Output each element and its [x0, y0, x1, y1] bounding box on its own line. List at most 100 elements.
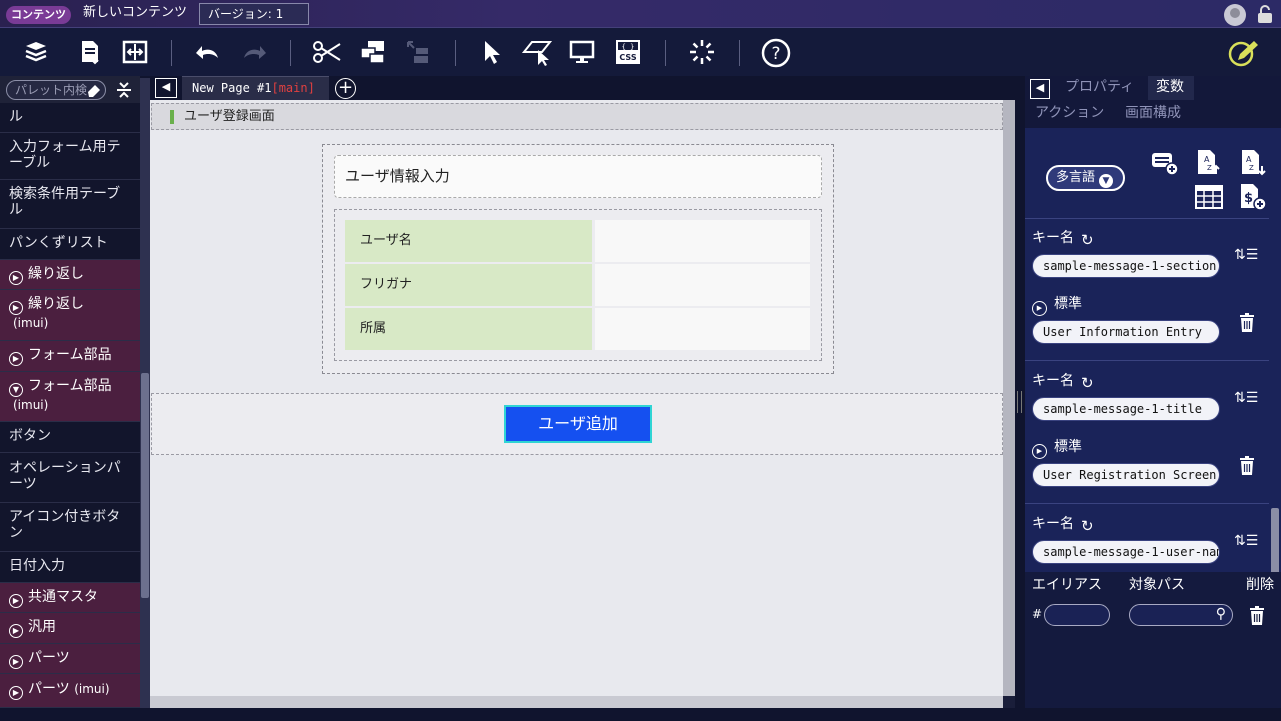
export-icon[interactable]	[77, 38, 105, 66]
toolbar-separator	[455, 40, 456, 66]
palette-category[interactable]: ▶ 繰り返し (imui)	[0, 290, 140, 341]
key-input[interactable]: sample-message-1-section	[1032, 254, 1220, 278]
palette-category[interactable]: ▶ 汎用	[0, 613, 140, 644]
palette-item-label: アイコン付きボタン	[9, 509, 121, 541]
row-value-cell[interactable]	[595, 220, 810, 262]
lock-icon[interactable]	[1256, 4, 1274, 24]
avatar[interactable]	[1224, 4, 1246, 26]
play-icon: ▶	[1032, 301, 1047, 316]
palette-item-label: ル	[9, 109, 23, 125]
key-input[interactable]: sample-message-1-title	[1032, 397, 1220, 421]
canvas-hscrollbar[interactable]	[150, 696, 1005, 708]
trash-icon[interactable]	[1248, 606, 1266, 628]
edit-icon[interactable]	[1228, 38, 1258, 67]
palette-category-label: 繰り返し	[28, 296, 84, 312]
search-icon[interactable]: ⚲	[1216, 606, 1226, 622]
copy-icon[interactable]	[358, 38, 386, 66]
tab-actions[interactable]: アクション	[1035, 103, 1104, 123]
row-value-cell[interactable]	[595, 308, 810, 350]
collapse-left-icon[interactable]: ◀	[155, 78, 177, 98]
table-icon[interactable]	[1194, 182, 1224, 212]
row-value-cell[interactable]	[595, 264, 810, 306]
palette-category[interactable]: ▶ 繰り返し	[0, 260, 140, 290]
play-icon: ▶	[9, 352, 23, 366]
palette-category[interactable]: ▶ パーツ	[0, 644, 140, 674]
tab-page[interactable]: New Page #1[main]	[182, 76, 329, 100]
key-label: キー名	[1032, 516, 1074, 532]
css-icon[interactable]: { } CSS	[614, 38, 642, 66]
tab-variables[interactable]: 変数	[1156, 77, 1184, 97]
palette-item[interactable]: オペレーションパーツ	[0, 453, 140, 503]
version-label: バージョン: 1	[199, 3, 309, 25]
palette-scrollbar[interactable]	[140, 78, 150, 708]
table-row[interactable]: ユーザ名	[345, 220, 810, 262]
help-icon[interactable]: ?	[761, 38, 791, 68]
undo-icon[interactable]	[194, 38, 222, 66]
content-name[interactable]: 新しいコンテンツ	[83, 4, 187, 22]
panel-splitter[interactable]	[1015, 76, 1025, 708]
trash-icon[interactable]	[1238, 313, 1256, 335]
palette-category-sub: (imui)	[74, 682, 110, 696]
palette-item[interactable]: アイコン付きボタン	[0, 503, 140, 552]
palette-category[interactable]: ▶ パーツ (imui)	[0, 674, 140, 708]
palette-item[interactable]: パンくずリスト	[0, 229, 140, 260]
preview-icon[interactable]	[568, 38, 596, 66]
sort-asc-icon[interactable]: AZ	[1194, 148, 1224, 178]
sort-list-icon[interactable]: ⇅☰	[1234, 244, 1258, 266]
status-strip	[0, 708, 1281, 721]
standard-toggle[interactable]: ▶ 標準	[1032, 438, 1082, 459]
trash-icon[interactable]	[1238, 456, 1256, 478]
add-record-icon[interactable]	[1150, 148, 1180, 178]
sort-desc-icon[interactable]: AZ	[1238, 148, 1268, 178]
screen-header[interactable]: ユーザ登録画面	[151, 103, 1003, 130]
form-title[interactable]: ユーザ情報入力	[334, 155, 822, 198]
multilingual-label: 多言語	[1056, 170, 1096, 185]
cut-icon[interactable]	[312, 38, 341, 66]
message-value-input[interactable]: User Registration Screen	[1032, 463, 1220, 487]
standard-toggle[interactable]: ▶ 標準	[1032, 295, 1082, 316]
canvas-vscrollbar[interactable]	[1003, 100, 1015, 708]
table-row[interactable]: フリガナ	[345, 264, 810, 306]
select-icon[interactable]	[521, 38, 553, 66]
palette-item[interactable]: 入力フォーム用テーブル	[0, 133, 140, 180]
palette-category[interactable]: ▼ フォーム部品 (imui)	[0, 372, 140, 422]
scroll-thumb[interactable]	[1003, 100, 1015, 696]
palette-item[interactable]: 検索条件用テーブル	[0, 180, 140, 229]
resize-icon[interactable]	[121, 38, 149, 66]
message-value-input[interactable]: User Information Entry	[1032, 320, 1220, 344]
scroll-thumb[interactable]	[141, 373, 149, 598]
palette-item[interactable]: ル	[0, 103, 140, 133]
paste-icon[interactable]	[404, 38, 432, 66]
standard-label: 標準	[1054, 439, 1082, 455]
table-row[interactable]: 所属	[345, 308, 810, 350]
sort-list-icon[interactable]: ⇅☰	[1234, 530, 1258, 552]
palette-category[interactable]: ▶ フォーム部品	[0, 341, 140, 372]
reload-icon[interactable]: ↻	[1081, 231, 1094, 249]
target-path-input[interactable]: ⚲	[1129, 604, 1233, 626]
palette-item[interactable]: ボタン	[0, 422, 140, 453]
collapse-right-icon[interactable]: ◀	[1030, 79, 1050, 99]
collapse-all-icon[interactable]	[114, 78, 134, 102]
reload-icon[interactable]: ↻	[1081, 374, 1094, 392]
redo-icon[interactable]	[240, 38, 268, 66]
add-variable-icon[interactable]: $	[1238, 182, 1268, 212]
palette-category[interactable]: ▶ 共通マスタ	[0, 583, 140, 613]
tab-screen-structure[interactable]: 画面構成	[1125, 103, 1181, 123]
tab-properties[interactable]: プロパティ	[1065, 77, 1134, 97]
svg-text:?: ?	[771, 44, 780, 64]
reload-icon[interactable]: ↻	[1081, 517, 1094, 535]
add-tab-icon[interactable]: +	[335, 78, 356, 99]
eraser-icon[interactable]	[86, 82, 102, 98]
sort-list-icon[interactable]: ⇅☰	[1234, 387, 1258, 409]
pointer-icon[interactable]	[478, 38, 506, 66]
multilingual-button[interactable]: 多言語 ▼	[1046, 165, 1125, 191]
loading-icon[interactable]	[688, 38, 716, 66]
alias-input[interactable]	[1044, 604, 1110, 626]
chevron-down-icon: ▼	[9, 383, 23, 397]
key-input[interactable]: sample-message-1-user-name	[1032, 540, 1220, 564]
layers-icon[interactable]	[22, 38, 50, 66]
play-icon: ▶	[9, 655, 23, 669]
svg-text:A: A	[1204, 155, 1210, 164]
palette-item[interactable]: 日付入力	[0, 552, 140, 583]
add-user-button[interactable]: ユーザ追加	[504, 405, 652, 443]
